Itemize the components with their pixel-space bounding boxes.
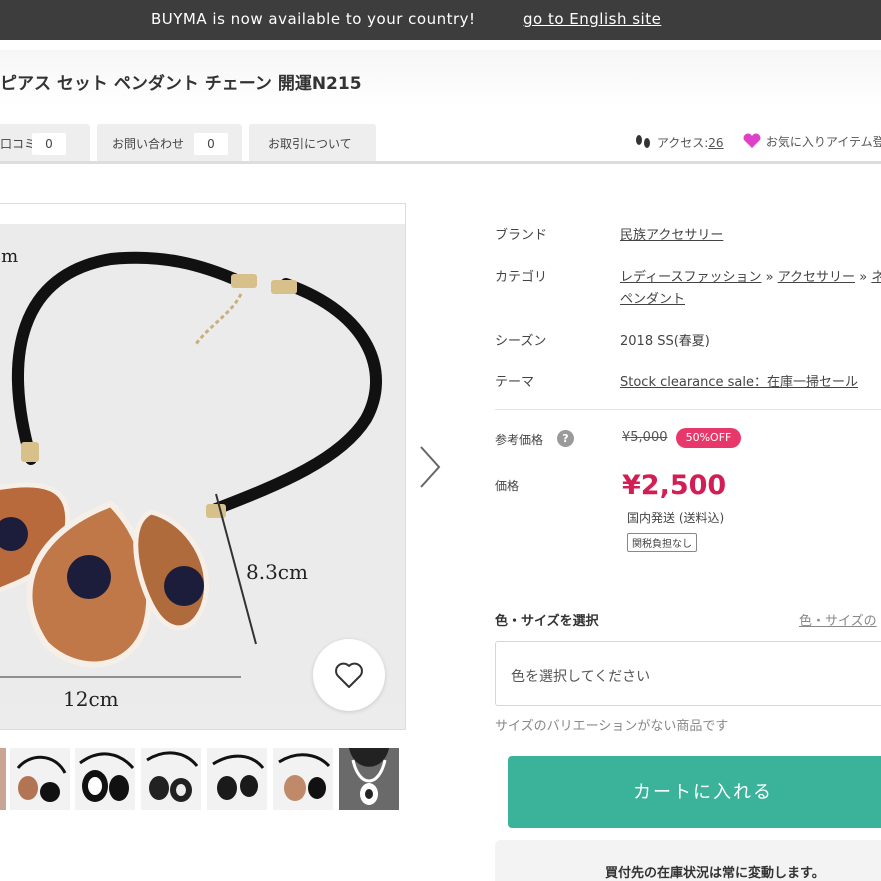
- thumbnail[interactable]: [339, 748, 399, 810]
- tab-underline: [0, 161, 881, 164]
- theme-link[interactable]: Stock clearance sale：在庫一掃セール: [620, 375, 858, 390]
- tax-badge: 関税負担なし: [627, 533, 697, 552]
- brand-link[interactable]: 民族アクセサリー: [620, 228, 723, 243]
- no-variation-note: サイズのバリエーションがない商品です: [495, 719, 729, 734]
- thumbnail[interactable]: [273, 748, 333, 810]
- variant-select-link[interactable]: 色・サイズの: [799, 610, 877, 629]
- product-title: ピアス セット ペンダント チェーン 開運N215: [0, 74, 362, 94]
- tab-transaction[interactable]: お取引について: [249, 124, 376, 162]
- access-count: 26: [708, 136, 724, 150]
- next-image-arrow-icon[interactable]: [415, 443, 445, 491]
- details-divider: [495, 409, 881, 410]
- color-select-placeholder: 色を選択してください: [511, 669, 651, 685]
- category-link-pendant[interactable]: ペンダント: [620, 292, 685, 307]
- tab-transaction-label: お取引について: [268, 137, 352, 151]
- tab-inquiry-count: 0: [194, 133, 228, 155]
- access-stat: アクセス:26: [633, 133, 724, 151]
- tab-reviews-label: 口コミ: [0, 137, 37, 151]
- favorite-button[interactable]: [313, 639, 385, 711]
- category-link-necklace[interactable]: ネッ: [871, 270, 881, 285]
- thumbnail[interactable]: [75, 748, 135, 810]
- dim-height-text: 8.3cm: [246, 560, 308, 584]
- shipping-info: 国内発送 (送料込): [627, 511, 725, 525]
- english-site-link[interactable]: go to English site: [523, 10, 661, 28]
- thumbnail[interactable]: [0, 748, 6, 810]
- color-select[interactable]: 色を選択してください: [495, 641, 881, 706]
- country-banner: BUYMA is now available to your country! …: [0, 0, 881, 40]
- thumbnail[interactable]: [10, 748, 70, 810]
- favorite-label: お気に入りアイテム登: [765, 135, 881, 149]
- thumbnail[interactable]: [141, 748, 201, 810]
- brand-label: ブランド: [495, 228, 548, 243]
- dim-width-text: 12cm: [63, 687, 119, 711]
- heart-outline-icon: [335, 662, 363, 688]
- category-separator: »: [765, 270, 774, 285]
- tab-reviews-count: 0: [32, 133, 66, 155]
- discount-badge: 50%OFF: [676, 428, 741, 448]
- access-label: アクセス:: [656, 136, 709, 150]
- theme-label: テーマ: [495, 375, 535, 390]
- category-last[interactable]: ペンダント: [620, 288, 685, 307]
- heart-icon: [743, 133, 761, 148]
- category-separator: »: [859, 270, 868, 285]
- theme-value[interactable]: Stock clearance sale：在庫一掃セール: [620, 371, 858, 390]
- help-icon[interactable]: ?: [557, 430, 574, 447]
- tab-inquiry[interactable]: お問い合わせ 0: [97, 124, 242, 162]
- category-path: レディースファッション » アクセサリー » ネッ: [620, 266, 881, 285]
- variant-select-title: 色・サイズを選択: [495, 614, 599, 629]
- dim-length-text: cm: [0, 246, 18, 267]
- add-to-cart-button[interactable]: カートに入れる: [508, 756, 881, 828]
- stock-notice: 買付先の在庫状況は常に変動します。: [495, 840, 881, 881]
- reference-price-label: 参考価格: [495, 433, 544, 447]
- thumbnail[interactable]: [207, 748, 267, 810]
- tab-reviews[interactable]: 口コミ 0: [0, 124, 90, 162]
- tab-inquiry-label: お問い合わせ: [112, 137, 185, 151]
- banner-message: BUYMA is now available to your country!: [151, 10, 476, 28]
- brand-value[interactable]: 民族アクセサリー: [620, 224, 723, 243]
- favorite-stat[interactable]: お気に入りアイテム登: [742, 133, 881, 150]
- category-label: カテゴリ: [495, 270, 548, 285]
- season-value: 2018 SS(春夏): [620, 334, 710, 349]
- title-bar: ピアス セット ペンダント チェーン 開運N215: [0, 50, 881, 106]
- stock-notice-text: 買付先の在庫状況は常に変動します。: [605, 866, 825, 881]
- sale-price: ¥2,500: [622, 470, 727, 501]
- season-label: シーズン: [495, 334, 547, 349]
- footprint-icon: [636, 135, 650, 148]
- price-label: 価格: [495, 479, 520, 493]
- reference-price: ¥5,000: [622, 430, 668, 445]
- category-link-ladies[interactable]: レディースファッション: [620, 270, 761, 285]
- category-link-accessory[interactable]: アクセサリー: [778, 270, 855, 285]
